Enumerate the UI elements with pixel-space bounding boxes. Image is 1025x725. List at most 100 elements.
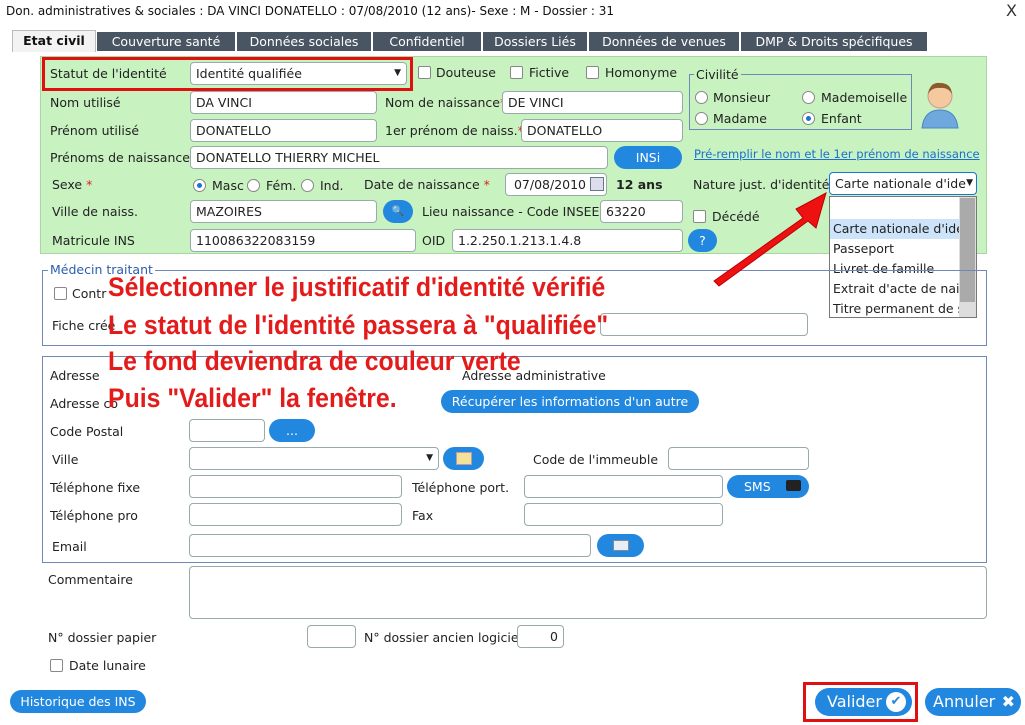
- nom-utilise-label: Nom utilisé: [50, 95, 121, 110]
- code-postal-input[interactable]: [189, 419, 265, 442]
- masc-label: Masc: [212, 178, 244, 193]
- fictive-label: Fictive: [529, 65, 570, 80]
- email-input[interactable]: [189, 534, 591, 557]
- statut-select[interactable]: Identité qualifiée ▼: [190, 62, 407, 85]
- annotation-line-1: Sélectionner le justificatif d'identité …: [108, 272, 606, 302]
- nom-naissance-label: Nom de naissance*: [385, 95, 506, 110]
- oid-label: OID: [422, 233, 446, 248]
- fiche-label: Fiche créé: [52, 318, 116, 333]
- matricule-input[interactable]: 110086322083159: [190, 229, 416, 252]
- tab-confidentiel[interactable]: Confidentiel: [373, 32, 481, 51]
- nature-select[interactable]: Carte nationale d'iden ▼: [829, 172, 977, 195]
- fem-radio[interactable]: [247, 179, 260, 192]
- dropdown-option[interactable]: Passeport: [830, 239, 960, 259]
- tab-donnees-sociales[interactable]: Données sociales: [237, 32, 371, 51]
- lieu-naissance-label: Lieu naissance - Code INSEE*: [422, 204, 606, 219]
- tel-port-label: Téléphone port.: [412, 480, 510, 495]
- chat-icon: [786, 480, 801, 491]
- date-lunaire-checkbox[interactable]: [50, 659, 63, 672]
- ville-naiss-label: Ville de naiss.: [52, 204, 139, 219]
- tab-dossiers-lies[interactable]: Dossiers Liés: [483, 32, 587, 51]
- tab-etat-civil[interactable]: Etat civil: [12, 30, 96, 52]
- dots-button[interactable]: ...: [269, 419, 315, 442]
- tel-pro-input[interactable]: [189, 503, 402, 526]
- recuperer-button[interactable]: Récupérer les informations d'un autre: [441, 390, 699, 413]
- prenoms-naissance-input[interactable]: DONATELLO THIERRY MICHEL: [190, 146, 608, 169]
- tel-port-input[interactable]: [524, 475, 723, 498]
- code-immeuble-label: Code de l'immeuble: [533, 452, 659, 467]
- date-naissance-input[interactable]: 07/08/2010: [505, 173, 607, 196]
- prefill-link[interactable]: Pré-remplir le nom et le 1er prénom de n…: [694, 147, 980, 161]
- dropdown-option[interactable]: Carte nationale d'iden: [830, 219, 960, 239]
- mademoiselle-radio[interactable]: [802, 91, 815, 104]
- commentaire-label: Commentaire: [48, 572, 133, 587]
- madame-radio[interactable]: [695, 112, 708, 125]
- calendar-icon[interactable]: [590, 177, 604, 191]
- mademoiselle-label: Mademoiselle: [821, 90, 908, 105]
- masc-radio[interactable]: [193, 179, 206, 192]
- email-label: Email: [52, 539, 87, 554]
- lieu-naissance-input[interactable]: 63220: [600, 200, 683, 223]
- civilite-legend: Civilité: [694, 67, 741, 82]
- code-postal-label: Code Postal: [50, 424, 124, 439]
- date-lunaire-label: Date lunaire: [69, 658, 146, 673]
- annotation-line-3: Le fond deviendra de couleur verte: [108, 346, 521, 376]
- annotation-line-2: Le statut de l'identité passera à "quali…: [108, 310, 609, 340]
- premier-prenom-label: 1er prénom de naiss.*: [385, 123, 524, 138]
- dossier-papier-label: N° dossier papier: [48, 630, 157, 645]
- douteuse-checkbox[interactable]: [418, 66, 431, 79]
- tab-couverture-sante[interactable]: Couverture santé: [97, 32, 235, 51]
- enfant-label: Enfant: [821, 111, 862, 126]
- valider-button[interactable]: Valider ✔: [815, 688, 912, 716]
- adresse-label: Adresse: [50, 368, 100, 383]
- search-icon[interactable]: 🔍: [383, 200, 413, 223]
- madame-label: Madame: [713, 111, 767, 126]
- premier-prenom-input[interactable]: DONATELLO: [521, 119, 683, 142]
- monsieur-radio[interactable]: [695, 91, 708, 104]
- ville-select[interactable]: ▼: [189, 447, 439, 470]
- dossier-papier-input[interactable]: [307, 625, 356, 648]
- ville-naiss-input[interactable]: MAZOIRES: [190, 200, 377, 223]
- ind-label: Ind.: [320, 178, 344, 193]
- sexe-label: Sexe *: [52, 177, 93, 192]
- tel-pro-label: Téléphone pro: [50, 508, 138, 523]
- insi-button[interactable]: INSi: [614, 146, 682, 169]
- medecin-input[interactable]: [600, 313, 808, 336]
- tab-donnees-venues[interactable]: Données de venues: [589, 32, 739, 51]
- dossier-ancien-input[interactable]: 0: [517, 625, 564, 648]
- close-icon[interactable]: X: [1006, 0, 1017, 22]
- prenom-utilise-input[interactable]: DONATELLO: [190, 119, 377, 142]
- dropdown-blank: [830, 197, 960, 219]
- code-immeuble-input[interactable]: [668, 447, 809, 470]
- statut-label: Statut de l'identité: [50, 66, 167, 81]
- fictive-checkbox[interactable]: [510, 66, 523, 79]
- tel-fixe-input[interactable]: [189, 475, 402, 498]
- sms-button[interactable]: SMS: [727, 475, 809, 498]
- prenoms-naissance-label: Prénoms de naissance: [50, 150, 190, 165]
- age-value: 12 ans: [616, 177, 663, 192]
- date-naissance-label: Date de naissance *: [364, 177, 490, 192]
- annotation-line-4: Puis "Valider" la fenêtre.: [108, 383, 397, 413]
- oid-input[interactable]: 1.2.250.1.213.1.4.8: [452, 229, 683, 252]
- ind-radio[interactable]: [301, 179, 314, 192]
- enfant-radio[interactable]: [802, 112, 815, 125]
- contr-label: Contr: [72, 286, 107, 301]
- envelope-icon[interactable]: [597, 534, 644, 557]
- homonyme-label: Homonyme: [605, 65, 678, 80]
- historique-ins-button[interactable]: Historique des INS: [10, 690, 146, 713]
- homonyme-checkbox[interactable]: [586, 66, 599, 79]
- nom-naissance-input[interactable]: DE VINCI: [502, 91, 683, 114]
- annuler-button[interactable]: Annuler ✖: [925, 688, 1021, 716]
- annotation-arrow-icon: [713, 192, 827, 287]
- map-icon[interactable]: [443, 447, 484, 470]
- nom-utilise-input[interactable]: DA VINCI: [190, 91, 377, 114]
- monsieur-label: Monsieur: [713, 90, 771, 105]
- fax-label: Fax: [412, 508, 434, 523]
- chevron-down-icon: ▼: [426, 453, 433, 463]
- tab-dmp-droits[interactable]: DMP & Droits spécifiques: [741, 32, 927, 51]
- commentaire-textarea[interactable]: [189, 566, 987, 619]
- chevron-down-icon: ▼: [394, 68, 401, 78]
- contr-checkbox[interactable]: [54, 287, 67, 300]
- fax-input[interactable]: [524, 503, 723, 526]
- patient-avatar-icon: [921, 82, 959, 129]
